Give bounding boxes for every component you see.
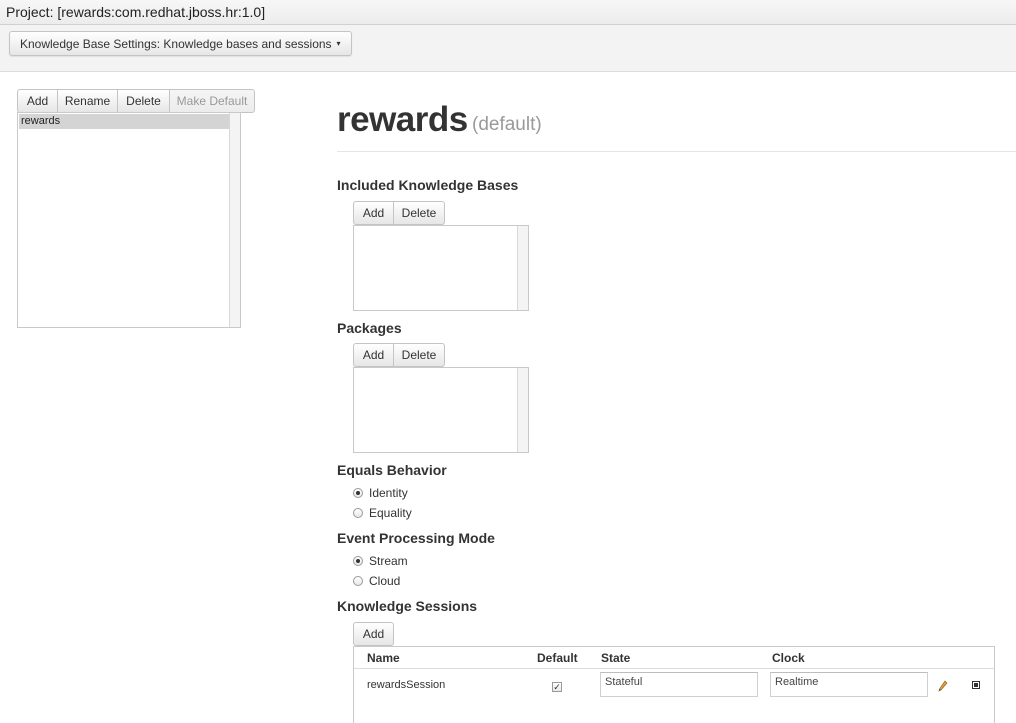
- equals-equality-label: Equality: [369, 506, 412, 520]
- sessions-table: Name Default State Clock rewardsSession …: [353, 646, 995, 723]
- column-header-name: Name: [367, 651, 400, 665]
- packages-scrollbar[interactable]: [517, 368, 528, 452]
- event-cloud-radio[interactable]: Cloud: [353, 574, 400, 588]
- sessions-heading: Knowledge Sessions: [337, 598, 478, 614]
- settings-dropdown-label: Knowledge Base Settings: Knowledge bases…: [20, 36, 332, 51]
- kb-list-item[interactable]: rewards: [19, 114, 230, 129]
- equals-identity-radio[interactable]: Identity: [353, 486, 408, 500]
- kb-rename-button[interactable]: Rename: [57, 89, 118, 113]
- column-header-clock: Clock: [772, 651, 805, 665]
- kb-add-button[interactable]: Add: [17, 89, 58, 113]
- packages-delete-button[interactable]: Delete: [393, 343, 445, 367]
- session-name: rewardsSession: [367, 679, 446, 691]
- included-kbs-heading: Included Knowledge Bases: [337, 177, 519, 193]
- kb-list[interactable]: rewards: [17, 112, 241, 328]
- kb-make-default-button[interactable]: Make Default: [169, 89, 255, 113]
- window-title: Project: [rewards:com.redhat.jboss.hr:1.…: [0, 0, 1016, 25]
- radio-selected-icon[interactable]: [353, 488, 363, 498]
- settings-dropdown-button[interactable]: Knowledge Base Settings: Knowledge bases…: [9, 31, 352, 56]
- session-state-field[interactable]: Stateful: [600, 672, 758, 697]
- event-cloud-label: Cloud: [369, 574, 401, 588]
- kb-list-scrollbar[interactable]: [229, 113, 240, 327]
- event-stream-radio[interactable]: Stream: [353, 554, 408, 568]
- kb-title: rewards: [337, 100, 468, 139]
- radio-selected-icon[interactable]: [353, 556, 363, 566]
- equals-identity-label: Identity: [369, 486, 408, 500]
- chevron-down-icon: ▾: [336, 39, 341, 48]
- equals-behavior-heading: Equals Behavior: [337, 462, 447, 478]
- column-header-state: State: [601, 651, 631, 665]
- session-default-checkbox[interactable]: ✓: [552, 682, 562, 692]
- included-kbs-add-button[interactable]: Add: [353, 201, 394, 225]
- session-clock-field[interactable]: Realtime: [770, 672, 928, 697]
- event-processing-heading: Event Processing Mode: [337, 530, 495, 546]
- included-kbs-delete-button[interactable]: Delete: [393, 201, 445, 225]
- kb-delete-button[interactable]: Delete: [117, 89, 170, 113]
- pencil-icon[interactable]: [938, 680, 948, 692]
- radio-unselected-icon[interactable]: [353, 508, 363, 518]
- kb-default-badge: (default): [472, 114, 542, 135]
- packages-heading: Packages: [337, 320, 402, 336]
- radio-unselected-icon[interactable]: [353, 576, 363, 586]
- toolbar: Knowledge Base Settings: Knowledge bases…: [0, 25, 1016, 72]
- equals-equality-radio[interactable]: Equality: [353, 506, 412, 520]
- event-stream-label: Stream: [369, 554, 408, 568]
- included-kbs-scrollbar[interactable]: [517, 226, 528, 310]
- included-kbs-list[interactable]: [353, 225, 529, 311]
- divider: [337, 151, 1016, 152]
- packages-add-button[interactable]: Add: [353, 343, 394, 367]
- sessions-add-button[interactable]: Add: [353, 622, 394, 646]
- table-header-divider: [354, 668, 994, 669]
- stop-icon[interactable]: [972, 681, 980, 689]
- column-header-default: Default: [537, 651, 578, 665]
- packages-list[interactable]: [353, 367, 529, 453]
